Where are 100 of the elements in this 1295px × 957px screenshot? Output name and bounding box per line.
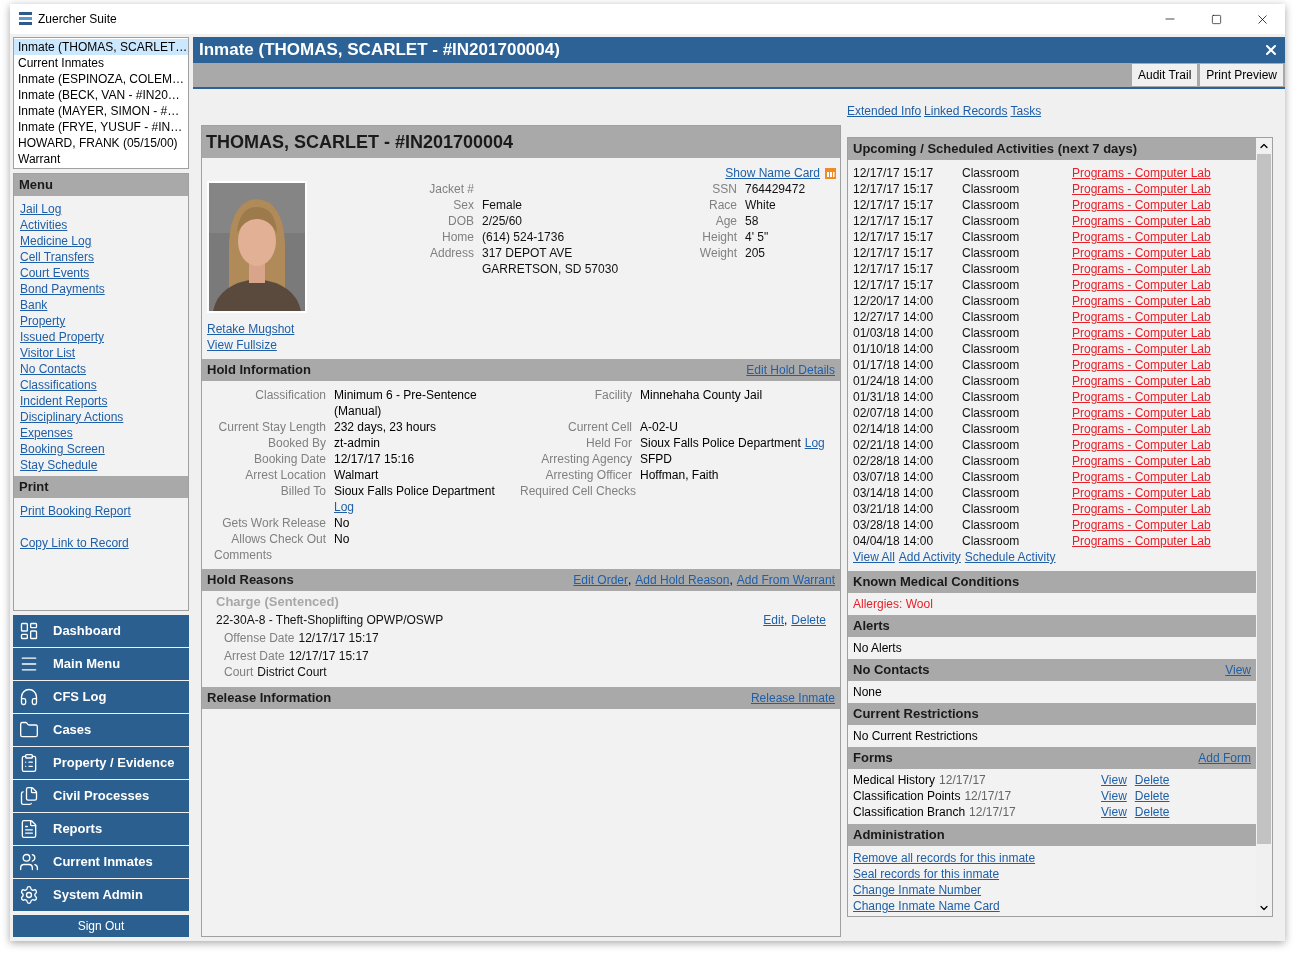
print-link[interactable]: Copy Link to Record [20, 536, 129, 550]
activity-date: 12/20/17 14:00 [853, 293, 935, 309]
form-action-link[interactable]: Delete [1134, 804, 1170, 820]
activity-program-link[interactable]: Programs - Computer Lab [1072, 373, 1211, 389]
activity-program-link[interactable]: Programs - Computer Lab [1072, 453, 1211, 469]
nav-button[interactable]: CFS Log [13, 681, 189, 713]
admin-link[interactable]: Remove all records for this inmate [853, 851, 1036, 865]
activity-program-link[interactable]: Programs - Computer Lab [1072, 181, 1211, 197]
menu-link[interactable]: No Contacts [20, 362, 87, 376]
activity-location: Classroom [962, 293, 1021, 309]
admin-link[interactable]: Change Inmate Number [853, 883, 982, 897]
activity-program-link[interactable]: Programs - Computer Lab [1072, 277, 1211, 293]
activity-link[interactable]: Schedule Activity [964, 549, 1056, 565]
nav-button[interactable]: Civil Processes [13, 780, 189, 812]
recent-tab[interactable]: Current Inmates [14, 55, 188, 71]
activity-program-link[interactable]: Programs - Computer Lab [1072, 165, 1211, 181]
activity-program-link[interactable]: Programs - Computer Lab [1072, 501, 1211, 517]
menu-link[interactable]: Expenses [20, 426, 73, 440]
activity-program-link[interactable]: Programs - Computer Lab [1072, 309, 1211, 325]
sign-out-button[interactable]: Sign Out [13, 915, 189, 937]
activity-program-link[interactable]: Programs - Computer Lab [1072, 437, 1211, 453]
close-icon[interactable] [1263, 42, 1279, 58]
menu-link[interactable]: Visitor List [20, 346, 76, 360]
menu-link[interactable]: Booking Screen [20, 442, 105, 456]
form-date: 12/17/17 [964, 788, 1012, 804]
activity-program-link[interactable]: Programs - Computer Lab [1072, 293, 1211, 309]
field-value: Sioux Falls Police Department [640, 435, 801, 451]
retake-mugshot-link[interactable]: Retake Mugshot [207, 321, 307, 337]
recent-tab[interactable]: Inmate (BECK, VAN - #IN20… [14, 87, 188, 103]
form-action-link[interactable]: View [1101, 788, 1127, 804]
activity-program-link[interactable]: Programs - Computer Lab [1072, 389, 1211, 405]
form-action-link[interactable]: View [1101, 804, 1127, 820]
field-label: DOB [447, 213, 475, 229]
recent-tab[interactable]: Inmate (FRYE, YUSUF - #IN… [14, 119, 188, 135]
recent-tab[interactable]: Inmate (MAYER, SIMON - #… [14, 103, 188, 119]
nav-button[interactable]: Cases [13, 714, 189, 746]
activity-program-link[interactable]: Programs - Computer Lab [1072, 245, 1211, 261]
menu-link[interactable]: Court Events [20, 266, 90, 280]
activity-program-link[interactable]: Programs - Computer Lab [1072, 533, 1211, 549]
activity-program-link[interactable]: Programs - Computer Lab [1072, 469, 1211, 485]
menu-link[interactable]: Medicine Log [20, 234, 92, 248]
nav-button[interactable]: Reports [13, 813, 189, 845]
activity-program-link[interactable]: Programs - Computer Lab [1072, 229, 1211, 245]
nav-button[interactable]: Dashboard [13, 615, 189, 647]
menu-link[interactable]: Bank [20, 298, 48, 312]
medical-condition: Allergies: Wool [853, 596, 934, 612]
recent-tab[interactable]: Warrant [14, 151, 188, 167]
activity-program-link[interactable]: Programs - Computer Lab [1072, 325, 1211, 341]
activity-program-link[interactable]: Programs - Computer Lab [1072, 357, 1211, 373]
activity-link[interactable]: View All [853, 549, 895, 565]
form-action-link[interactable]: Delete [1134, 772, 1170, 788]
record-tab-link[interactable]: Tasks [1010, 103, 1042, 137]
toolbar-button[interactable]: Audit Trail [1131, 64, 1198, 86]
activity-program-link[interactable]: Programs - Computer Lab [1072, 517, 1211, 533]
field-value: SFPD [640, 451, 672, 467]
menu-link[interactable]: Classifications [20, 378, 97, 392]
print-link[interactable]: Print Booking Report [20, 504, 131, 518]
nav-button[interactable]: Main Menu [13, 648, 189, 680]
menu-link[interactable]: Bond Payments [20, 282, 105, 296]
activity-program-link[interactable]: Programs - Computer Lab [1072, 405, 1211, 421]
menu-link[interactable]: Stay Schedule [20, 458, 98, 472]
charge-link[interactable]: Edit [763, 612, 784, 628]
field-label: Arresting Officer [544, 467, 633, 483]
no-contacts-text: None [852, 684, 883, 701]
activity-program-link[interactable]: Programs - Computer Lab [1072, 261, 1211, 277]
view-fullsize-link[interactable]: View Fullsize [207, 337, 307, 353]
activity-location: Classroom [962, 389, 1021, 405]
menu-link[interactable]: Cell Transfers [20, 250, 95, 264]
nav-button[interactable]: Current Inmates [13, 846, 189, 878]
scroll-thumb[interactable] [1257, 154, 1271, 844]
field-value: 764429472 [745, 181, 806, 197]
recent-tab[interactable]: Inmate (THOMAS, SCARLET… [14, 39, 188, 55]
menu-link[interactable]: Property [20, 314, 66, 328]
menu-link[interactable]: Activities [20, 218, 68, 232]
recent-tab[interactable]: Inmate (ESPINOZA, COLEM… [14, 71, 188, 87]
admin-link[interactable]: Change Inmate Name Card [853, 899, 1000, 913]
record-tab-link[interactable]: Extended Info [847, 103, 922, 137]
charge-link[interactable]: Delete [791, 612, 826, 628]
activity-program-link[interactable]: Programs - Computer Lab [1072, 213, 1211, 229]
record-tab-link[interactable]: Linked Records [924, 103, 1008, 137]
form-action-link[interactable]: Delete [1134, 788, 1170, 804]
log-link[interactable]: Log [334, 499, 355, 515]
show-name-card-link[interactable]: Show Name Card [725, 165, 820, 181]
nav-button[interactable]: System Admin [13, 879, 189, 911]
menu-link[interactable]: Incident Reports [20, 394, 108, 408]
activity-link[interactable]: Add Activity [898, 549, 961, 565]
admin-link[interactable]: Seal records for this inmate [853, 867, 1000, 881]
toolbar-button[interactable]: Print Preview [1200, 64, 1283, 86]
recent-tab[interactable]: HOWARD, FRANK (05/15/00) [14, 135, 188, 151]
menu-link[interactable]: Disciplinary Actions [20, 410, 124, 424]
activity-location: Classroom [962, 229, 1021, 245]
activity-program-link[interactable]: Programs - Computer Lab [1072, 341, 1211, 357]
form-action-link[interactable]: View [1101, 772, 1127, 788]
log-link[interactable]: Log [804, 436, 825, 450]
activity-program-link[interactable]: Programs - Computer Lab [1072, 197, 1211, 213]
activity-program-link[interactable]: Programs - Computer Lab [1072, 485, 1211, 501]
menu-link[interactable]: Issued Property [20, 330, 105, 344]
nav-button[interactable]: Property / Evidence [13, 747, 189, 779]
menu-link[interactable]: Jail Log [20, 202, 62, 216]
activity-program-link[interactable]: Programs - Computer Lab [1072, 421, 1211, 437]
